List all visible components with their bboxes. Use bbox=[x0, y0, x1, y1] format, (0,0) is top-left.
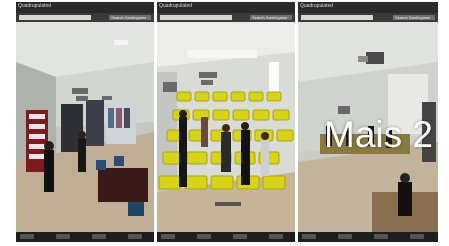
speak-button[interactable] bbox=[197, 234, 211, 239]
viewer-bottom-toolbar bbox=[16, 232, 154, 242]
location-bar[interactable] bbox=[301, 15, 373, 20]
viewer-panel-store: Quadrupulated Search Sardingame bbox=[16, 2, 154, 242]
camera-button[interactable] bbox=[92, 234, 106, 239]
more-images-overlay: Mais 2 bbox=[324, 114, 433, 155]
viewer-title: Quadrupulated bbox=[159, 3, 193, 9]
viewer-toolbar: Search Sardingame bbox=[16, 13, 154, 28]
viewer-title-bar: Quadrupulated bbox=[157, 2, 295, 13]
location-bar[interactable] bbox=[160, 15, 232, 20]
move-button[interactable] bbox=[269, 234, 283, 239]
chat-button[interactable] bbox=[302, 234, 316, 239]
scene-hall: Mais 2 bbox=[298, 22, 438, 232]
speak-button[interactable] bbox=[338, 234, 352, 239]
chat-button[interactable] bbox=[20, 234, 34, 239]
auditorium-scene-graphic bbox=[157, 22, 295, 232]
move-button[interactable] bbox=[410, 234, 424, 239]
camera-button[interactable] bbox=[374, 234, 388, 239]
viewer-toolbar: Search Sardingame bbox=[298, 13, 438, 28]
speak-button[interactable] bbox=[56, 234, 70, 239]
location-bar[interactable] bbox=[19, 15, 91, 20]
viewer-title: Quadrupulated bbox=[300, 3, 334, 9]
search-input[interactable]: Search Sardingame bbox=[109, 15, 151, 20]
viewer-title: Quadrupulated bbox=[18, 3, 52, 9]
viewer-bottom-toolbar bbox=[157, 232, 295, 242]
search-input[interactable]: Search Sardingame bbox=[250, 15, 292, 20]
chat-button[interactable] bbox=[161, 234, 175, 239]
viewer-toolbar: Search Sardingame bbox=[157, 13, 295, 28]
screenshot-grid: Quadrupulated Search Sardingame Quadrupu… bbox=[16, 2, 438, 242]
viewer-title-bar: Quadrupulated bbox=[298, 2, 438, 13]
search-input[interactable]: Search Sardingame bbox=[393, 15, 435, 20]
viewer-title-bar: Quadrupulated bbox=[16, 2, 154, 13]
viewer-panel-hall: Quadrupulated Search Sardingame Mais 2 bbox=[298, 2, 438, 242]
scene-auditorium bbox=[157, 22, 295, 232]
store-scene-graphic bbox=[16, 22, 154, 232]
viewer-panel-auditorium: Quadrupulated Search Sardingame bbox=[157, 2, 295, 242]
viewer-bottom-toolbar bbox=[298, 232, 438, 242]
move-button[interactable] bbox=[128, 234, 142, 239]
scene-store bbox=[16, 22, 154, 232]
camera-button[interactable] bbox=[233, 234, 247, 239]
